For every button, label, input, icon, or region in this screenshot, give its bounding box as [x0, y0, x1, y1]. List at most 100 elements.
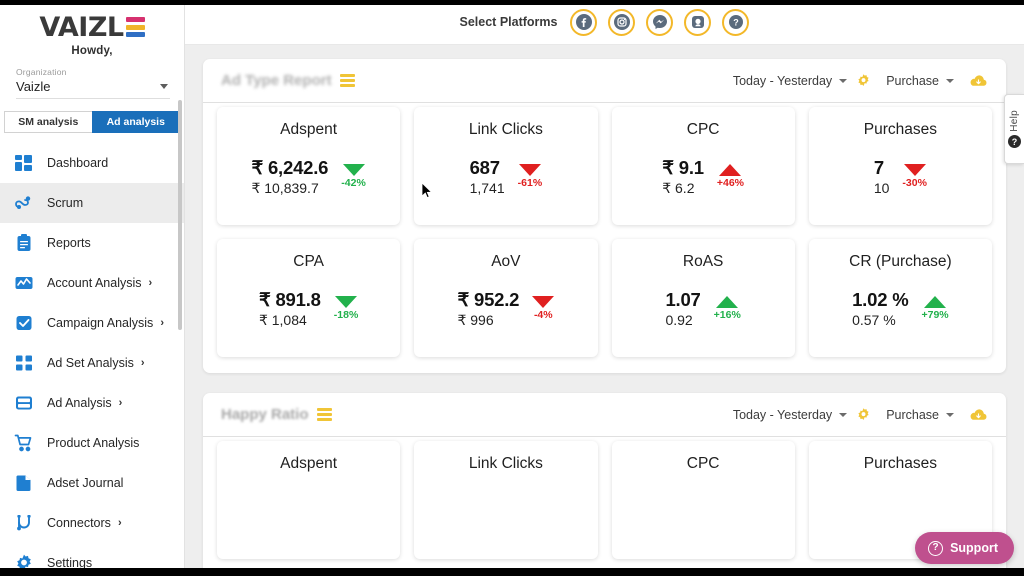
- metric-card[interactable]: AoV₹ 952.2₹ 996-4%: [414, 239, 597, 357]
- whatsapp-icon[interactable]: [684, 9, 711, 36]
- metric-values: ₹ 952.2₹ 996: [457, 288, 519, 329]
- metric-values: 710: [874, 156, 890, 197]
- cards-area: AdspentLink ClicksCPCPurchases: [203, 437, 1006, 575]
- help-circle-icon[interactable]: ?: [722, 9, 749, 36]
- metric-current-value: ₹ 952.2: [457, 288, 519, 311]
- metric-card[interactable]: Adspent: [217, 441, 400, 559]
- list-menu-icon[interactable]: [317, 408, 332, 421]
- tab-sm-analysis[interactable]: SM analysis: [4, 111, 92, 133]
- metric-select-label: Purchase: [886, 408, 939, 422]
- trend-up-arrow-icon: [716, 296, 738, 308]
- messenger-icon[interactable]: [646, 9, 673, 36]
- four-squares-icon: [14, 353, 34, 373]
- chevron-right-icon: ›: [149, 277, 153, 289]
- metric-card-title: CPA: [293, 253, 324, 271]
- sidebar-item-reports[interactable]: Reports: [0, 223, 184, 263]
- clipboard-icon: [14, 233, 34, 253]
- brand-block: VAIZL Howdy,: [0, 0, 184, 57]
- sidebar-item-scrum[interactable]: Scrum: [0, 183, 184, 223]
- metric-card-body: ₹ 891.8₹ 1,084-18%: [259, 288, 358, 329]
- date-range-select[interactable]: Today - Yesterday: [733, 74, 847, 88]
- card-row: AdspentLink ClicksCPCPurchases: [217, 441, 992, 559]
- card-row: CPA₹ 891.8₹ 1,084-18%AoV₹ 952.2₹ 996-4%R…: [217, 239, 992, 357]
- metric-card[interactable]: CPA₹ 891.8₹ 1,084-18%: [217, 239, 400, 357]
- chevron-right-icon: ›: [141, 357, 145, 369]
- sidebar-item-account-analysis[interactable]: Account Analysis ›: [0, 263, 184, 303]
- document-icon: [14, 473, 34, 493]
- metric-select[interactable]: Purchase: [886, 74, 954, 88]
- list-menu-icon[interactable]: [340, 74, 355, 87]
- help-side-tab[interactable]: Help ?: [1004, 94, 1024, 164]
- chevron-down-icon: [946, 413, 954, 417]
- support-button[interactable]: ? Support: [915, 532, 1014, 564]
- metric-values: ₹ 9.1₹ 6.2: [662, 156, 704, 197]
- sidebar-item-connectors[interactable]: Connectors›: [0, 503, 184, 543]
- metric-card-title: CPC: [687, 455, 720, 473]
- sidebar-item-ad-set-analysis[interactable]: Ad Set Analysis›: [0, 343, 184, 383]
- metric-card-body: 1.02 %0.57 %+79%: [852, 288, 949, 329]
- metric-delta-percent: -4%: [534, 309, 553, 321]
- metric-select[interactable]: Purchase: [886, 408, 954, 422]
- help-side-tab-label: Help: [1009, 110, 1020, 132]
- sidebar-item-label: Ad Analysis: [47, 396, 112, 410]
- metric-values: 1.070.92: [665, 288, 700, 329]
- chevron-down-icon: [839, 413, 847, 417]
- date-range-label: Today - Yesterday: [733, 74, 832, 88]
- metric-compare-value: 10: [874, 179, 890, 197]
- trend-down-arrow-icon: [335, 296, 357, 308]
- sidebar-item-adset-journal[interactable]: Adset Journal: [0, 463, 184, 503]
- metric-current-value: ₹ 6,242.6: [251, 156, 328, 179]
- metric-delta: -4%: [532, 296, 554, 321]
- organization-block: Organization Vaizle: [0, 57, 184, 99]
- sidebar-item-ad-analysis[interactable]: Ad Analysis ›: [0, 383, 184, 423]
- metric-compare-value: 0.92: [665, 311, 692, 329]
- metric-card-title: Link Clicks: [469, 121, 543, 139]
- sidebar-item-dashboard[interactable]: Dashboard: [0, 143, 184, 183]
- metric-values: 1.02 %0.57 %: [852, 288, 908, 329]
- chevron-right-icon: ›: [160, 317, 164, 329]
- download-cloud-icon[interactable]: [969, 74, 988, 88]
- trend-down-arrow-icon: [904, 164, 926, 176]
- panels-container: Ad Type ReportToday - YesterdayPurchaseA…: [185, 45, 1024, 575]
- metric-card[interactable]: RoAS1.070.92+16%: [612, 239, 795, 357]
- sidebar-nav: DashboardScrumReportsAccount Analysis›Ca…: [0, 143, 184, 576]
- metric-card-title: Adspent: [280, 455, 337, 473]
- metric-delta-percent: -42%: [341, 177, 366, 189]
- sidebar-item-campaign-analysis[interactable]: Campaign Analysis ›: [0, 303, 184, 343]
- sidebar-item-label: Scrum: [47, 196, 83, 210]
- metric-card[interactable]: Purchases710-30%: [809, 107, 992, 225]
- screen-top-bezel: [0, 0, 1024, 5]
- metric-delta-percent: -18%: [334, 309, 359, 321]
- metric-card[interactable]: CPC: [612, 441, 795, 559]
- sidebar-item-product-analysis[interactable]: Product Analysis: [0, 423, 184, 463]
- metric-compare-value: ₹ 1,084: [259, 311, 307, 329]
- sidebar-scrollbar[interactable]: [178, 100, 182, 330]
- settings-gear-icon[interactable]: [856, 73, 871, 88]
- metric-card[interactable]: CPC₹ 9.1₹ 6.2+46%: [612, 107, 795, 225]
- vaizle-logo[interactable]: VAIZL: [39, 14, 144, 41]
- panel-title: Happy Ratio: [221, 406, 309, 423]
- date-range-select[interactable]: Today - Yesterday: [733, 408, 847, 422]
- panel-header: Happy Ratio Today - Yesterday Purchase: [203, 393, 1006, 436]
- organization-select[interactable]: Vaizle: [16, 78, 170, 99]
- metric-card[interactable]: Link Clicks: [414, 441, 597, 559]
- app-root: VAIZL Howdy, Organization Vaizle SM anal…: [0, 0, 1024, 576]
- download-cloud-icon[interactable]: [969, 408, 988, 422]
- tab-ad-analysis[interactable]: Ad analysis: [92, 111, 181, 133]
- sidebar-item-label: Account Analysis: [47, 276, 142, 290]
- chevron-right-icon: ›: [119, 397, 123, 409]
- settings-gear-icon[interactable]: [856, 407, 871, 422]
- metric-card-body: ₹ 6,242.6₹ 10,839.7-42%: [251, 156, 365, 197]
- panel-header-controls: Today - Yesterday Purchase: [733, 407, 988, 422]
- chevron-down-icon: [946, 79, 954, 83]
- metric-card[interactable]: Adspent₹ 6,242.6₹ 10,839.7-42%: [217, 107, 400, 225]
- sidebar-item-label: Campaign Analysis: [47, 316, 153, 330]
- metric-card[interactable]: CR (Purchase)1.02 %0.57 %+79%: [809, 239, 992, 357]
- instagram-icon[interactable]: [608, 9, 635, 36]
- metrics-panel: Happy Ratio Today - Yesterday Purchase Adsp…: [203, 393, 1006, 575]
- metric-current-value: 7: [874, 156, 884, 179]
- facebook-icon[interactable]: [570, 9, 597, 36]
- organization-label: Organization: [16, 67, 170, 77]
- metric-card[interactable]: Link Clicks6871,741-61%: [414, 107, 597, 225]
- howdy-text: Howdy,: [0, 45, 184, 57]
